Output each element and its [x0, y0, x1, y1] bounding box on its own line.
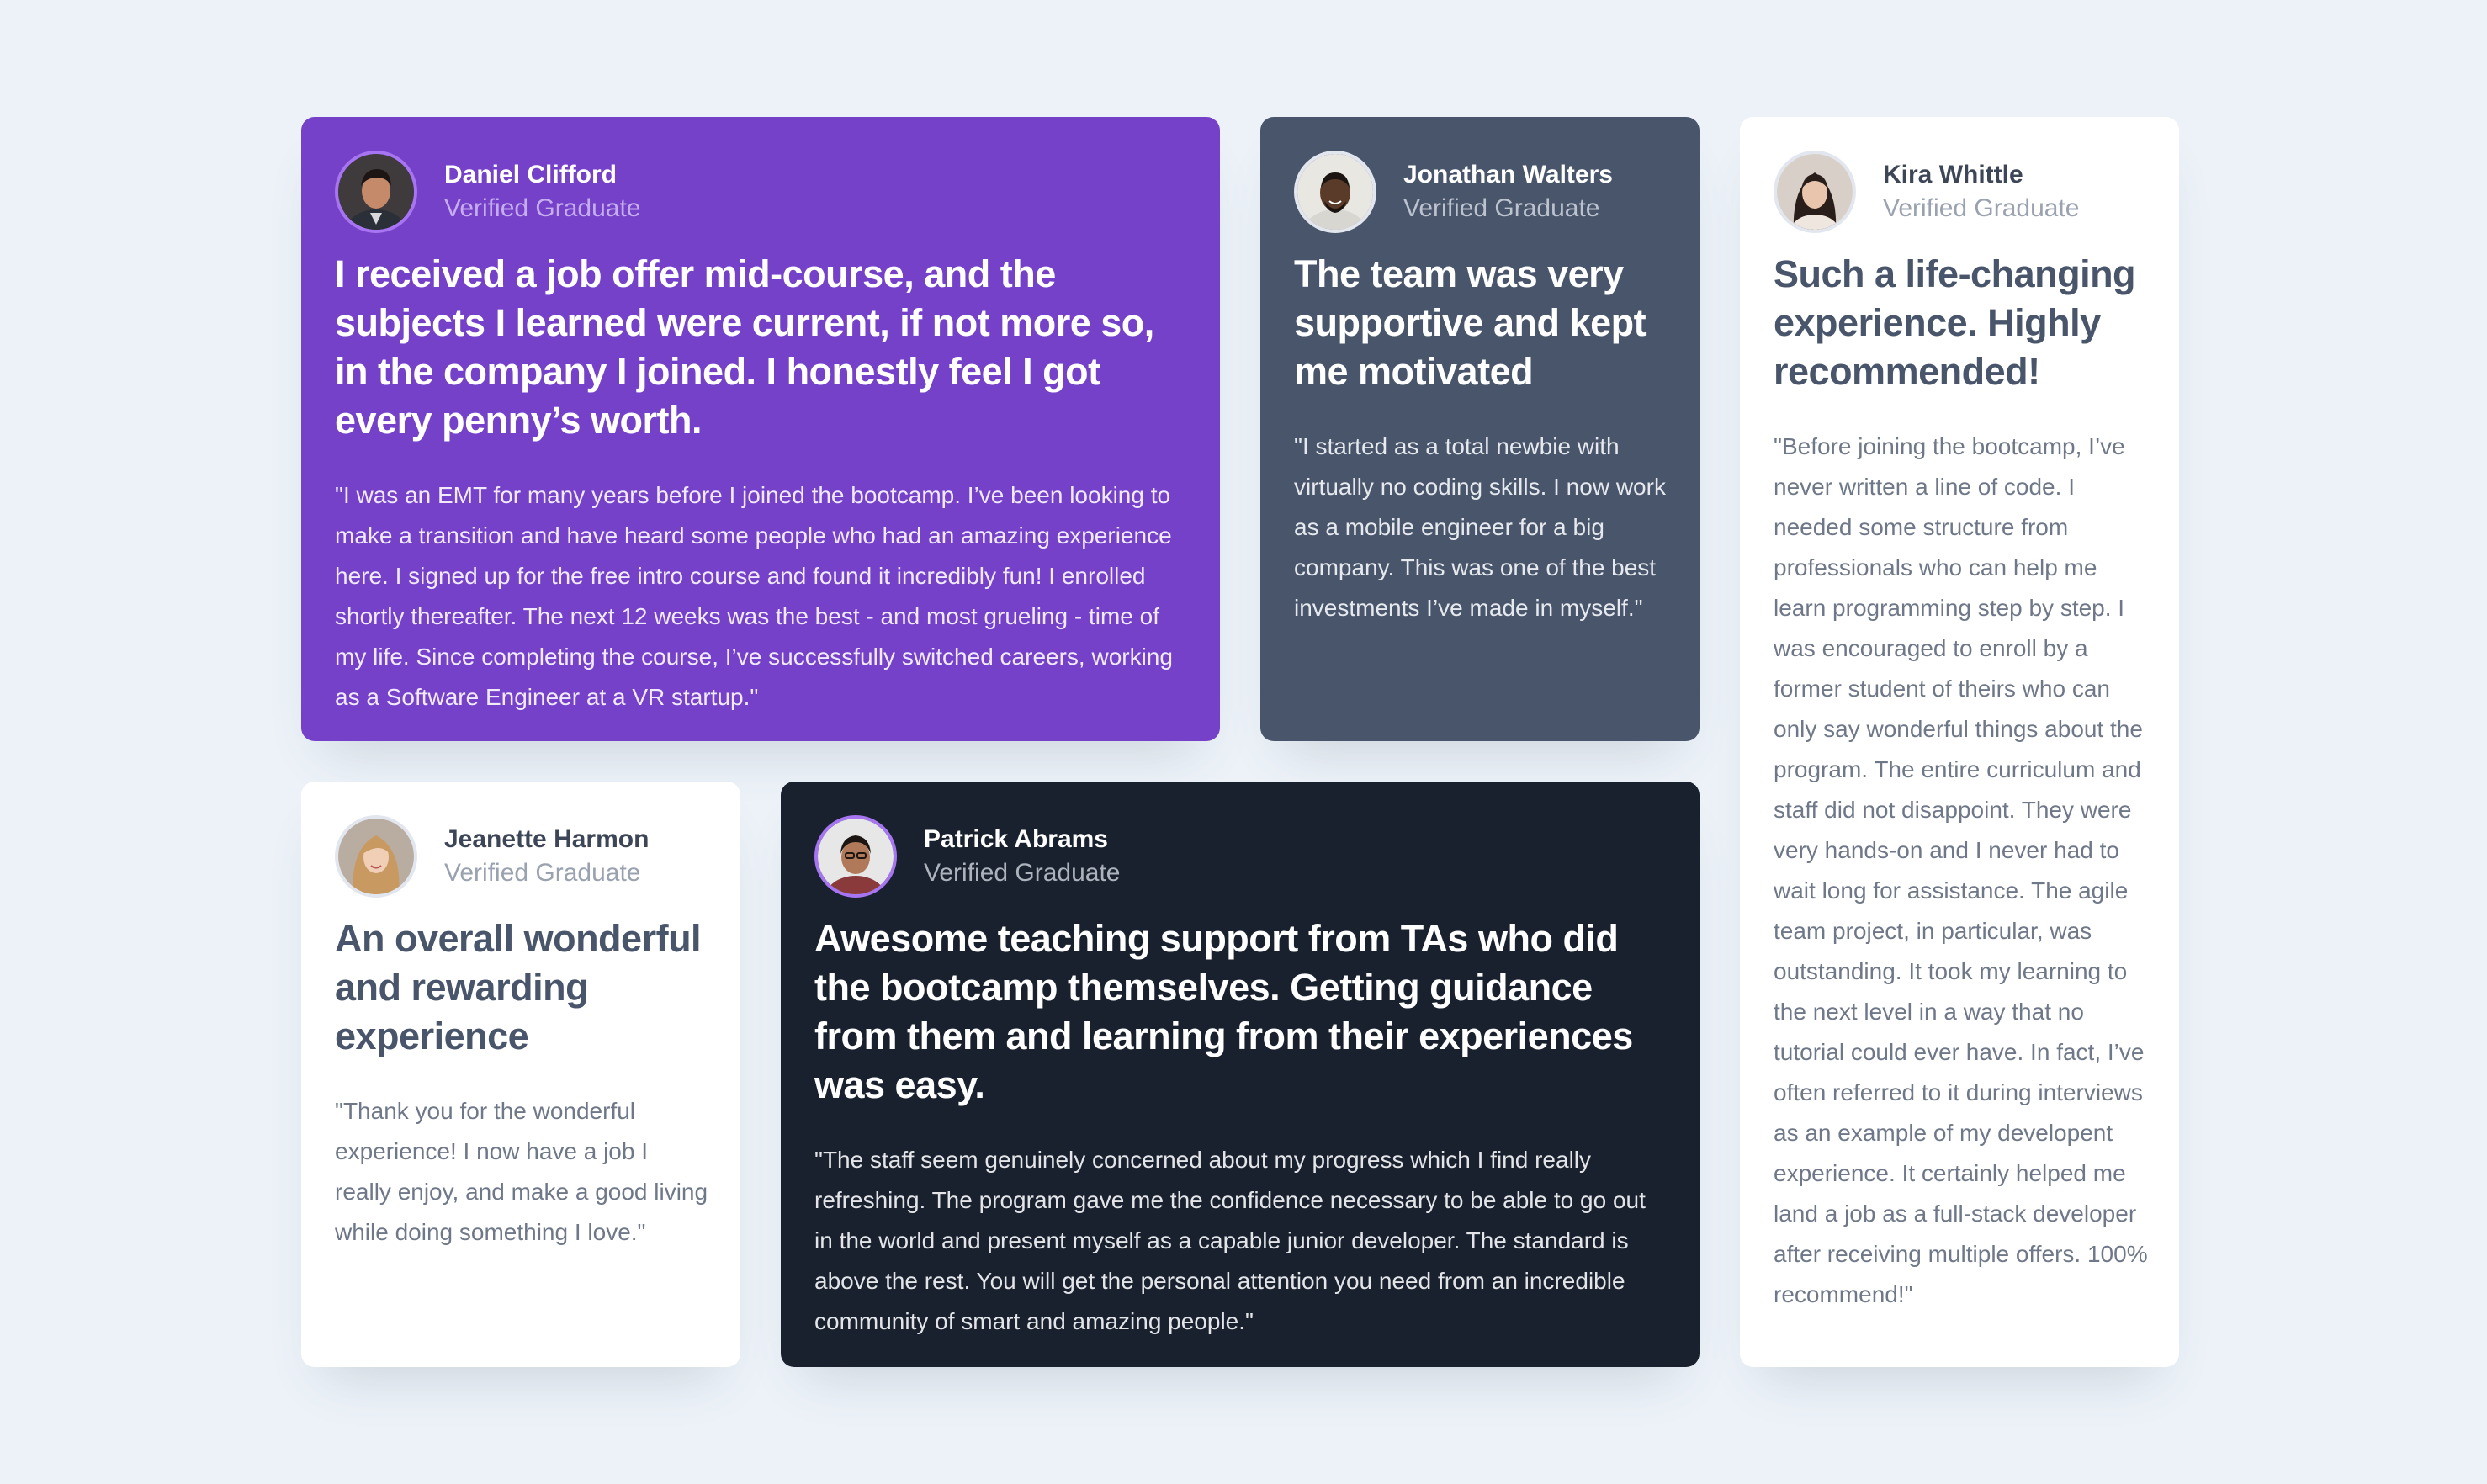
card-header: Daniel Clifford Verified Graduate: [335, 151, 1186, 233]
author-role: Verified Graduate: [1883, 194, 2080, 222]
avatar: [1774, 151, 1856, 233]
testimonial-headline: I received a job offer mid-course, and t…: [335, 252, 1154, 442]
author-role: Verified Graduate: [1403, 194, 1600, 222]
testimonial-headline: The team was very supportive and kept me…: [1294, 252, 1647, 393]
author-role: Verified Graduate: [444, 859, 641, 887]
testimonial-quote: "The staff seem genuinely concerned abou…: [814, 1147, 1646, 1334]
author-info: Kira Whittle Verified Graduate: [1883, 158, 2079, 225]
author-name: Jonathan Walters: [1403, 161, 1613, 188]
avatar: [814, 815, 897, 898]
testimonial-card-patrick-abrams: Patrick Abrams Verified Graduate Awesome…: [781, 782, 1700, 1367]
author-info: Jeanette Harmon Verified Graduate: [444, 823, 649, 890]
author-role: Verified Graduate: [924, 859, 1121, 887]
testimonial-card-daniel-clifford: Daniel Clifford Verified Graduate I rece…: [301, 117, 1220, 741]
testimonial-quote: "Before joining the bootcamp, I’ve never…: [1774, 433, 2148, 1307]
author-info: Patrick Abrams Verified Graduate: [924, 823, 1120, 890]
testimonial-headline: Such a life-changing experience. Highly …: [1774, 252, 2136, 393]
avatar: [335, 151, 417, 233]
testimonial-quote: "I was an EMT for many years before I jo…: [335, 482, 1173, 710]
testimonial-card-jonathan-walters: Jonathan Walters Verified Graduate The t…: [1260, 117, 1700, 741]
testimonial-headline: An overall wonderful and rewarding exper…: [335, 917, 702, 1057]
author-name: Daniel Clifford: [444, 161, 618, 188]
avatar: [335, 815, 417, 898]
card-header: Patrick Abrams Verified Graduate: [814, 815, 1666, 898]
author-info: Jonathan Walters Verified Graduate: [1403, 158, 1613, 225]
card-header: Jeanette Harmon Verified Graduate: [335, 815, 707, 898]
avatar: [1294, 151, 1376, 233]
card-header: Kira Whittle Verified Graduate: [1774, 151, 2145, 233]
testimonial-quote: "I started as a total newbie with virtua…: [1294, 433, 1666, 621]
testimonial-card-kira-whittle: Kira Whittle Verified Graduate Such a li…: [1740, 117, 2179, 1367]
testimonials-grid: Daniel Clifford Verified Graduate I rece…: [301, 117, 2186, 1367]
author-name: Patrick Abrams: [924, 825, 1108, 853]
author-name: Kira Whittle: [1883, 161, 2023, 188]
testimonial-card-jeanette-harmon: Jeanette Harmon Verified Graduate An ove…: [301, 782, 740, 1367]
testimonial-headline: Awesome teaching support from TAs who di…: [814, 917, 1633, 1106]
author-name: Jeanette Harmon: [444, 825, 650, 853]
author-info: Daniel Clifford Verified Graduate: [444, 158, 640, 225]
card-header: Jonathan Walters Verified Graduate: [1294, 151, 1666, 233]
author-role: Verified Graduate: [444, 194, 641, 222]
testimonial-quote: "Thank you for the wonderful experience!…: [335, 1098, 708, 1245]
